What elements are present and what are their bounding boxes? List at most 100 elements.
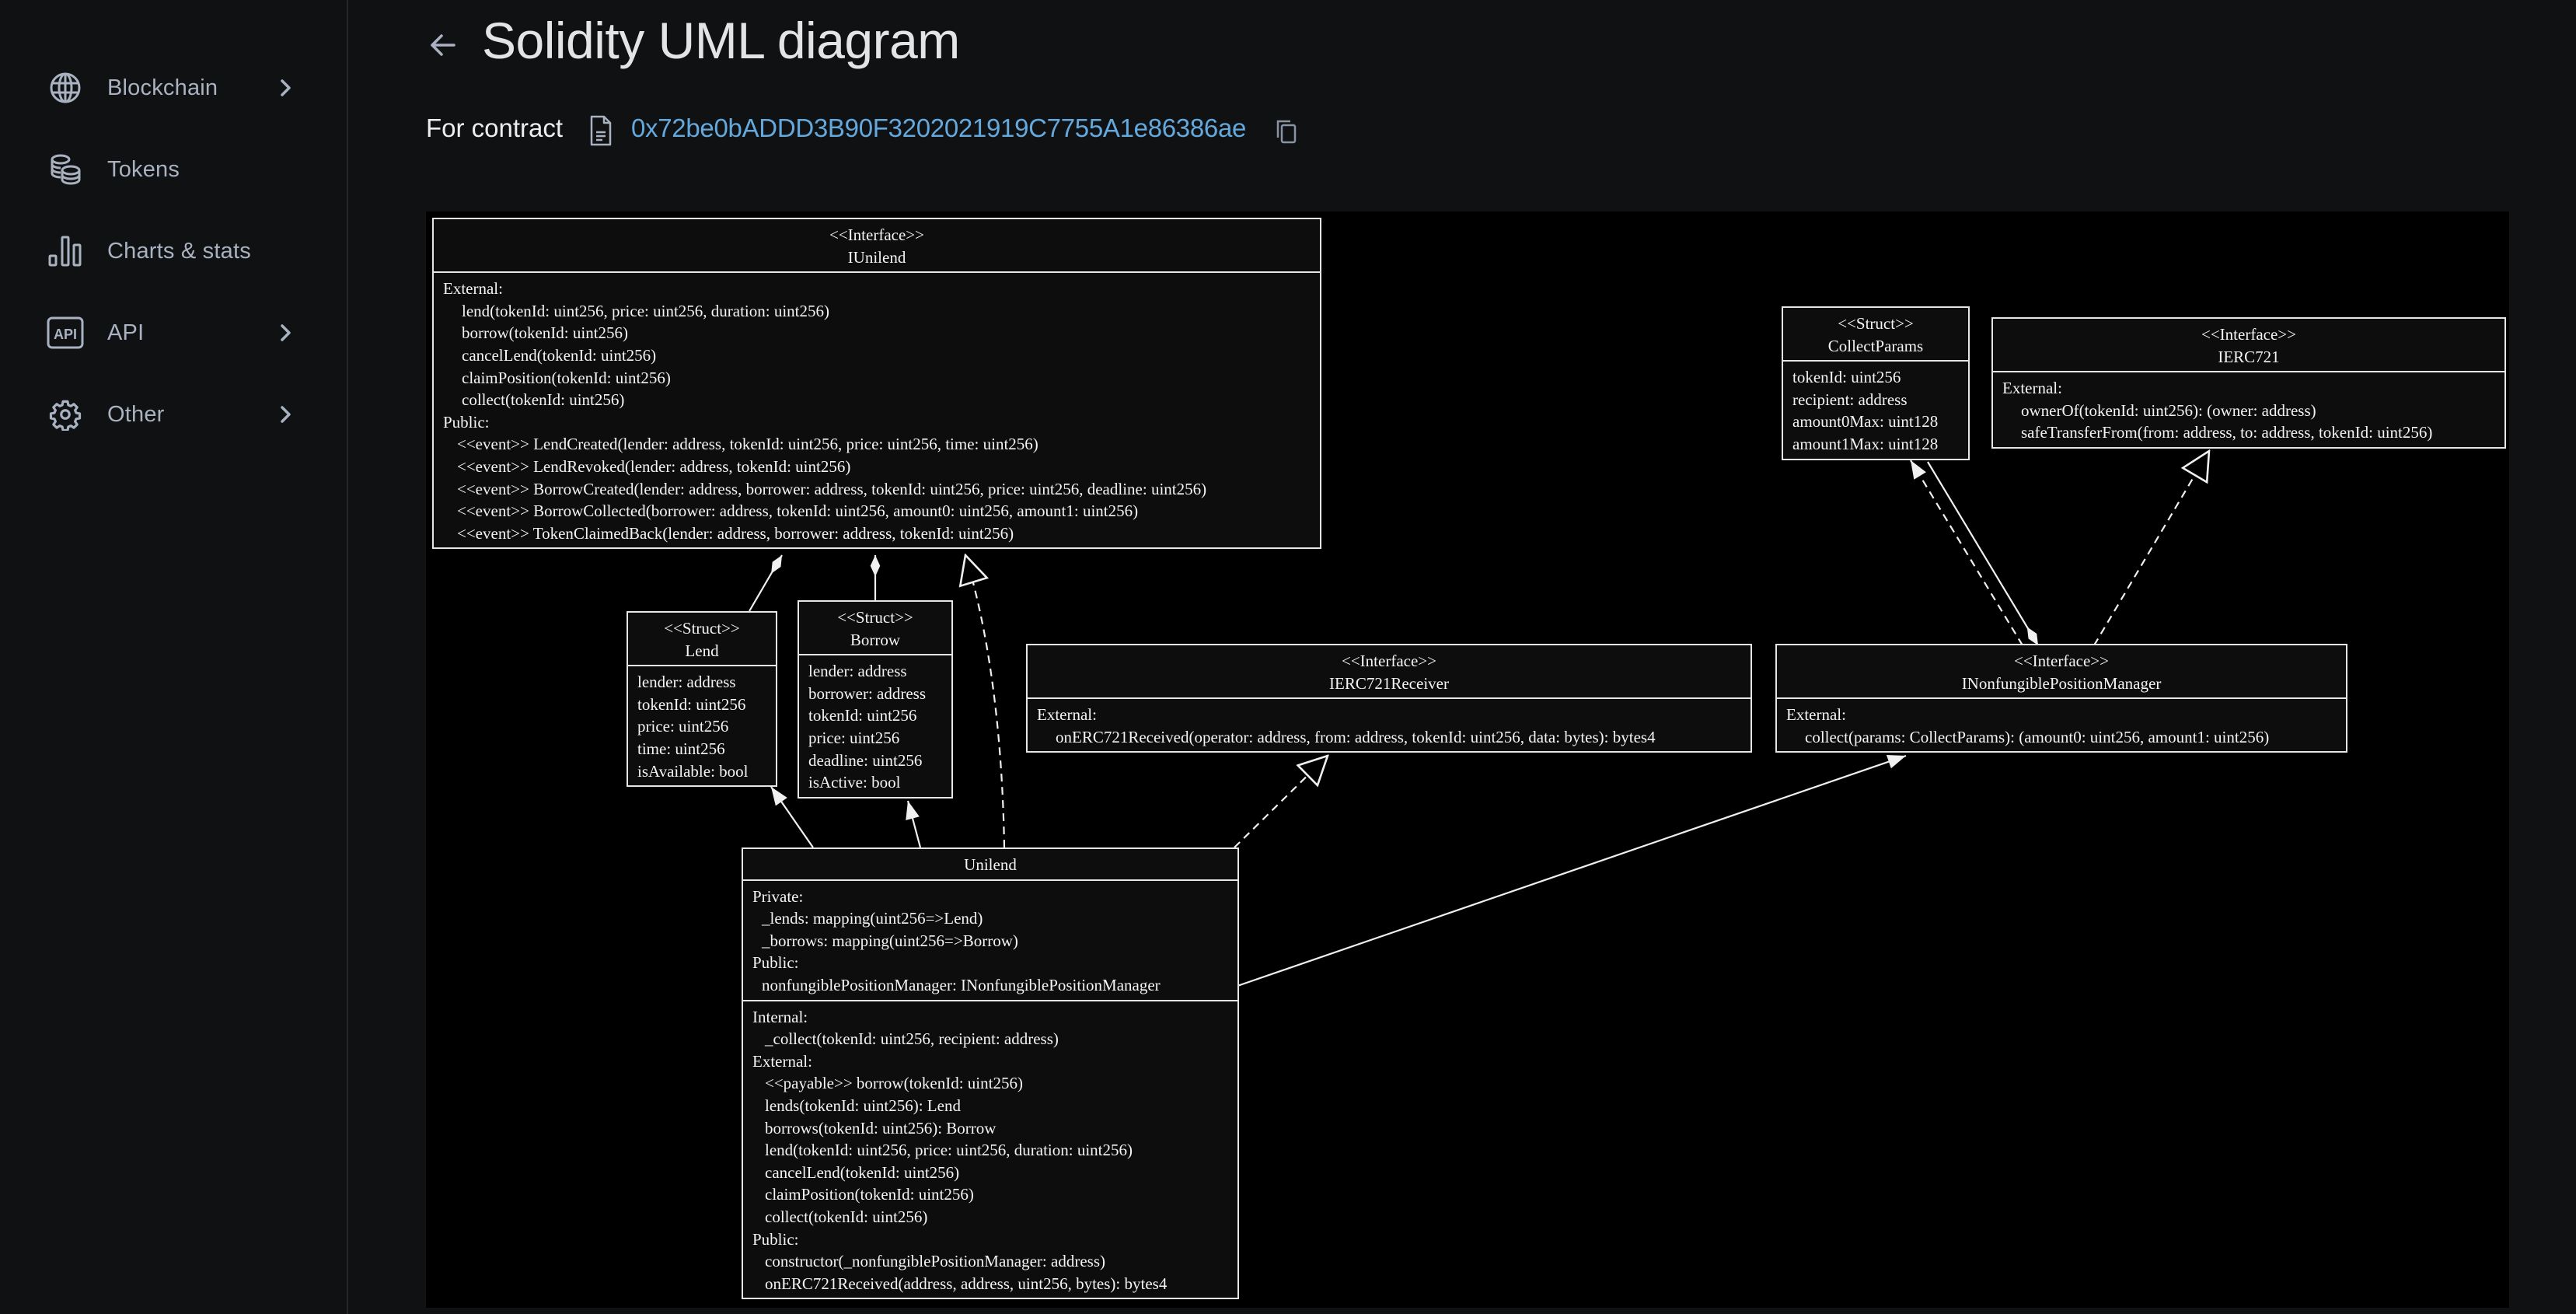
node-stereotype: <<Interface>> xyxy=(2014,652,2109,670)
field: lender: address xyxy=(808,662,907,681)
node-name: IERC721Receiver xyxy=(1329,673,1449,693)
uml-node-iunilend[interactable]: <<Interface>> IUnilend External: lend(to… xyxy=(432,218,1321,550)
field: price: uint256 xyxy=(808,728,900,747)
sidebar-item-charts-stats[interactable]: Charts & stats xyxy=(47,224,311,278)
node-operations: External: onERC721Received(operator: add… xyxy=(1028,699,1750,751)
field: recipient: address xyxy=(1792,390,1908,409)
edge-unilend-iunilend xyxy=(965,555,1006,848)
sidebar-item-tokens[interactable]: Tokens xyxy=(47,142,311,197)
node-fields: lender: address borrower: address tokenI… xyxy=(799,655,951,797)
node-operations: Internal: _collect(tokenId: uint256, rec… xyxy=(743,1001,1237,1298)
gear-icon xyxy=(47,396,84,433)
copy-icon xyxy=(1275,120,1298,148)
section-label: Internal: xyxy=(752,1007,808,1026)
node-fields: lender: address tokenId: uint256 price: … xyxy=(628,666,776,785)
chevron-right-icon xyxy=(274,76,297,100)
field: amount0Max: uint128 xyxy=(1792,412,1939,432)
uml-node-unilend[interactable]: Unilend Private: _lends: mapping(uint256… xyxy=(742,847,1239,1300)
attribute: _borrows: mapping(uint256=>Borrow) xyxy=(762,931,1018,950)
sidebar-item-label: Other xyxy=(107,401,165,427)
node-attributes: Private: _lends: mapping(uint256=>Lend) … xyxy=(743,881,1237,1001)
node-header: <<Interface>> IERC721Receiver xyxy=(1028,645,1750,700)
section-label: Public: xyxy=(443,412,490,432)
edge-inpm-collectparams xyxy=(1910,460,2023,646)
sidebar-item-label: Tokens xyxy=(107,156,180,182)
page-title: Solidity UML diagram xyxy=(482,12,960,69)
for-contract-label: For contract xyxy=(426,114,564,142)
section-label: Public: xyxy=(752,1229,799,1249)
field: borrower: address xyxy=(808,683,927,703)
contract-address-link[interactable]: 0x72be0bADDD3B90F3202021919C7755A1e86386… xyxy=(631,114,1246,143)
uml-node-borrow[interactable]: <<Struct>> Borrow lender: address borrow… xyxy=(798,600,953,799)
node-name: CollectParams xyxy=(1827,336,1924,355)
event: <<event>> LendRevoked(lender: address, t… xyxy=(457,456,851,476)
field: tokenId: uint256 xyxy=(637,694,746,714)
uml-diagram-canvas[interactable]: <<Interface>> IUnilend External: lend(to… xyxy=(426,211,2509,1308)
section-label: External: xyxy=(1786,705,1846,725)
edge-unilend-ierc721receiver xyxy=(1234,756,1328,848)
field: isActive: bool xyxy=(808,773,901,792)
node-name: Borrow xyxy=(850,630,901,649)
node-stereotype: <<Interface>> xyxy=(2201,325,2296,344)
globe-icon xyxy=(47,69,84,107)
attribute: _lends: mapping(uint256=>Lend) xyxy=(762,909,983,928)
node-operations: External: ownerOf(tokenId: uint256): (ow… xyxy=(1993,372,2504,447)
chevron-right-icon xyxy=(274,403,297,426)
uml-node-ierc721receiver[interactable]: <<Interface>> IERC721Receiver External: … xyxy=(1026,644,1752,753)
edge-unilend-inpm xyxy=(1237,754,1907,987)
edge-collectparams-inpm xyxy=(1927,461,2039,646)
field: isAvailable: bool xyxy=(637,761,749,781)
operation: collect(params: CollectParams): (amount0… xyxy=(1805,727,2270,746)
uml-node-inonfungiblepositionmanager[interactable]: <<Interface>> INonfungiblePositionManage… xyxy=(1775,644,2347,753)
uml-node-collectparams[interactable]: <<Struct>> CollectParams tokenId: uint25… xyxy=(1782,306,1970,460)
field: time: uint256 xyxy=(637,739,725,758)
node-header: <<Struct>> CollectParams xyxy=(1783,308,1968,362)
node-header: <<Struct>> Lend xyxy=(628,613,776,667)
sidebar-item-label: Blockchain xyxy=(107,75,218,100)
file-icon xyxy=(589,115,613,146)
sidebar-item-blockchain[interactable]: Blockchain xyxy=(47,61,311,115)
operation: cancelLend(tokenId: uint256) xyxy=(765,1162,960,1182)
node-name: IERC721 xyxy=(2218,347,2280,366)
event: <<event>> BorrowCreated(lender: address,… xyxy=(457,479,1207,498)
field: amount1Max: uint128 xyxy=(1792,434,1939,453)
field: tokenId: uint256 xyxy=(808,706,917,725)
node-name: INonfungiblePositionManager xyxy=(1961,673,2162,693)
node-fields: tokenId: uint256 recipient: address amou… xyxy=(1783,362,1968,458)
node-stereotype: <<Struct>> xyxy=(664,619,740,638)
node-stereotype: <<Struct>> xyxy=(1838,314,1914,333)
operation: ownerOf(tokenId: uint256): (owner: addre… xyxy=(2021,400,2316,420)
coins-icon xyxy=(47,151,84,188)
field: price: uint256 xyxy=(637,717,729,736)
node-name: IUnilend xyxy=(847,247,906,267)
uml-node-lend[interactable]: <<Struct>> Lend lender: address tokenId:… xyxy=(627,611,777,788)
sidebar-item-other[interactable]: Other xyxy=(47,387,311,442)
node-name: Unilend xyxy=(964,855,1017,874)
operation: borrows(tokenId: uint256): Borrow xyxy=(765,1118,997,1138)
sidebar: Blockchain Tokens Charts & stats API API… xyxy=(0,0,348,1314)
attribute: nonfungiblePositionManager: INonfungible… xyxy=(762,975,1161,994)
copy-address-button[interactable] xyxy=(1275,118,1298,145)
uml-node-ierc721[interactable]: <<Interface>> IERC721 External: ownerOf(… xyxy=(1991,317,2506,449)
node-stereotype: <<Interface>> xyxy=(829,225,924,244)
chevron-right-icon xyxy=(274,321,297,344)
node-header: <<Interface>> INonfungiblePositionManage… xyxy=(1777,645,2346,700)
node-header: <<Struct>> Borrow xyxy=(799,602,951,656)
event: <<event>> TokenClaimedBack(lender: addre… xyxy=(457,523,1014,543)
operation: borrow(tokenId: uint256) xyxy=(462,323,629,343)
bar-chart-icon xyxy=(47,232,84,270)
arrow-left-icon xyxy=(426,34,460,65)
operation: onERC721Received(operator: address, from… xyxy=(1056,727,1656,746)
operation: collect(tokenId: uint256) xyxy=(462,390,625,410)
node-name: Lend xyxy=(685,641,719,660)
operation: _collect(tokenId: uint256, recipient: ad… xyxy=(765,1029,1059,1049)
back-button[interactable] xyxy=(426,28,460,62)
operation: constructor(_nonfungiblePositionManager:… xyxy=(765,1252,1105,1271)
sidebar-item-label: Charts & stats xyxy=(107,238,251,264)
sidebar-item-api[interactable]: API API xyxy=(47,306,311,360)
section-label: External: xyxy=(752,1051,812,1071)
operation: onERC721Received(address, address, uint2… xyxy=(765,1274,1168,1293)
sidebar-item-label: API xyxy=(107,320,145,345)
section-label: External: xyxy=(2002,379,2062,398)
edge-inpm-ierc721 xyxy=(2093,451,2209,646)
